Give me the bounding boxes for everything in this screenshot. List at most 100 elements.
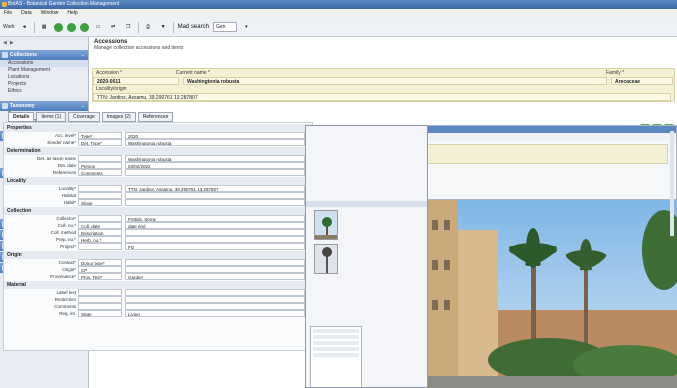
field-input[interactable]: State [78,310,122,317]
tab-references[interactable]: References [137,112,174,122]
print-icon[interactable]: ⎙ [143,22,154,33]
work-label: Work [3,24,15,30]
accession-field[interactable]: 2020-0011 [93,77,179,85]
field-value[interactable] [125,169,305,176]
field-value[interactable] [125,259,305,266]
form-row: Det. as taxon name Washingtonia robusta [4,155,312,162]
field-value[interactable] [125,199,305,206]
field-value[interactable] [125,236,305,243]
field-value[interactable]: Washingtonia robusta [125,155,305,162]
field-input[interactable] [78,215,122,222]
field-input[interactable] [78,192,122,199]
sidebar-item-accessions[interactable]: Accessions [0,60,88,67]
field-input[interactable] [78,155,122,162]
field-input[interactable]: Coll. date [78,222,122,229]
grid-icon[interactable]: ▦ [39,22,50,33]
field-label: References [52,170,76,175]
image-thumbnail[interactable] [314,210,338,240]
sidebar-item-locations[interactable]: Locations [0,74,88,81]
field-input[interactable] [78,303,122,310]
field-input[interactable]: CP [78,266,122,273]
work-button[interactable]: Work [3,22,15,33]
form-row: Restriction [4,296,312,303]
family-field[interactable]: Arecaceae [611,77,673,85]
field-value[interactable]: Washingtonia robusta [125,139,305,146]
field-input[interactable]: Person [78,162,122,169]
form-row: Coll. method Description [4,229,312,236]
refresh-icon[interactable] [53,22,63,32]
field-input[interactable]: Prov. Text* [78,273,122,280]
toolbar-separator [172,21,174,33]
app-icon [2,2,7,7]
forward-icon[interactable]: ▶ [10,40,14,46]
field-value[interactable]: Garden [125,273,305,280]
field-value[interactable] [125,266,305,273]
field-value[interactable]: Living [125,310,305,317]
tab-items[interactable]: Items (1) [36,112,67,122]
link-icon[interactable]: ⇄ [108,22,119,33]
origin-field[interactable]: TTN: Jardins, Assamu, 39.290761 13.28780… [93,93,671,101]
nested-properties-panel [310,326,362,387]
field-input[interactable] [78,296,122,303]
add-icon[interactable] [66,22,76,32]
sidebar-group-collections[interactable]: Collections ⌄ [0,50,88,60]
save-icon[interactable] [79,22,89,32]
field-input[interactable]: Comments [78,169,122,176]
field-label: Contact* [58,260,76,265]
scrollbar[interactable] [670,131,674,236]
field-input[interactable] [78,185,122,192]
menu-help[interactable]: Help [67,9,77,18]
sidebar-item-projects[interactable]: Projects [0,81,88,88]
field-input[interactable]: Type* [78,132,122,139]
nested-spacer [306,126,427,201]
prev-icon[interactable]: ◄ [19,22,30,33]
field-value[interactable]: 03/02/2022 [125,162,305,169]
field-value[interactable]: 2020 [125,132,305,139]
menu-data[interactable]: Data [21,9,32,18]
form-rows: Acc. level* Type* 2020 Sonder name* Det. Typ… [4,132,312,317]
nested-prop-row [313,341,359,345]
tab-details[interactable]: Details [8,112,35,122]
back-icon[interactable]: ◀ [3,40,7,46]
sidebar-item-ethics[interactable]: Ethics [0,88,88,95]
field-value[interactable]: FO [125,243,305,250]
form-row: Habitat [4,192,312,199]
menu-file[interactable]: File [4,9,12,18]
search-label: Mad search [177,24,209,30]
tab-coverage[interactable]: Coverage [68,112,100,122]
menu-window[interactable]: Window [41,9,59,18]
field-value[interactable] [125,303,305,310]
field-input[interactable] [78,289,122,296]
palm-tree-photo [428,200,677,388]
field-input[interactable]: Donor type* [78,259,122,266]
field-value[interactable] [125,229,305,236]
field-input[interactable]: Slope [78,199,122,206]
field-value[interactable] [125,192,305,199]
field-value[interactable]: TTN: Jardins, Assamu, 39.290761 13.28780… [125,185,305,192]
chevron-down-icon[interactable]: ▾ [241,22,252,33]
field-input[interactable]: Det. Type* [78,139,122,146]
filter-icon[interactable]: ▼ [158,22,169,33]
sidebar-item-plant-management[interactable]: Plant Management [0,67,88,74]
form-section-header: Material [4,281,312,289]
nested-prop-row [313,329,359,333]
field-value[interactable]: Pottids, Sergy [125,215,305,222]
copy-icon[interactable]: ❐ [123,22,134,33]
image-thumbnail[interactable] [314,244,338,274]
window-icon[interactable]: ▭ [93,22,104,33]
field-value[interactable]: date end [125,222,305,229]
tab-images[interactable]: Images (2) [101,112,136,122]
field-input[interactable]: Herb. no.* [78,236,122,243]
window-title: BotAS - Botanical Garden Collection Mana… [8,1,120,7]
field-label: Habit* [63,200,76,205]
field-input[interactable]: Description [78,229,122,236]
field-value[interactable] [125,296,305,303]
field-value[interactable] [125,289,305,296]
form-row: Collector* Pottids, Sergy [4,215,312,222]
search-input[interactable]: Gen [212,22,237,32]
sidebar-group-label: Taxonomy [10,103,35,109]
current-name-field[interactable]: Washingtonia robusta [183,77,607,85]
field-input[interactable] [78,243,122,250]
chevron-down-icon: ⌄ [80,52,85,58]
sidebar-group-taxonomy[interactable]: Taxonomy ⌄ [0,101,88,111]
